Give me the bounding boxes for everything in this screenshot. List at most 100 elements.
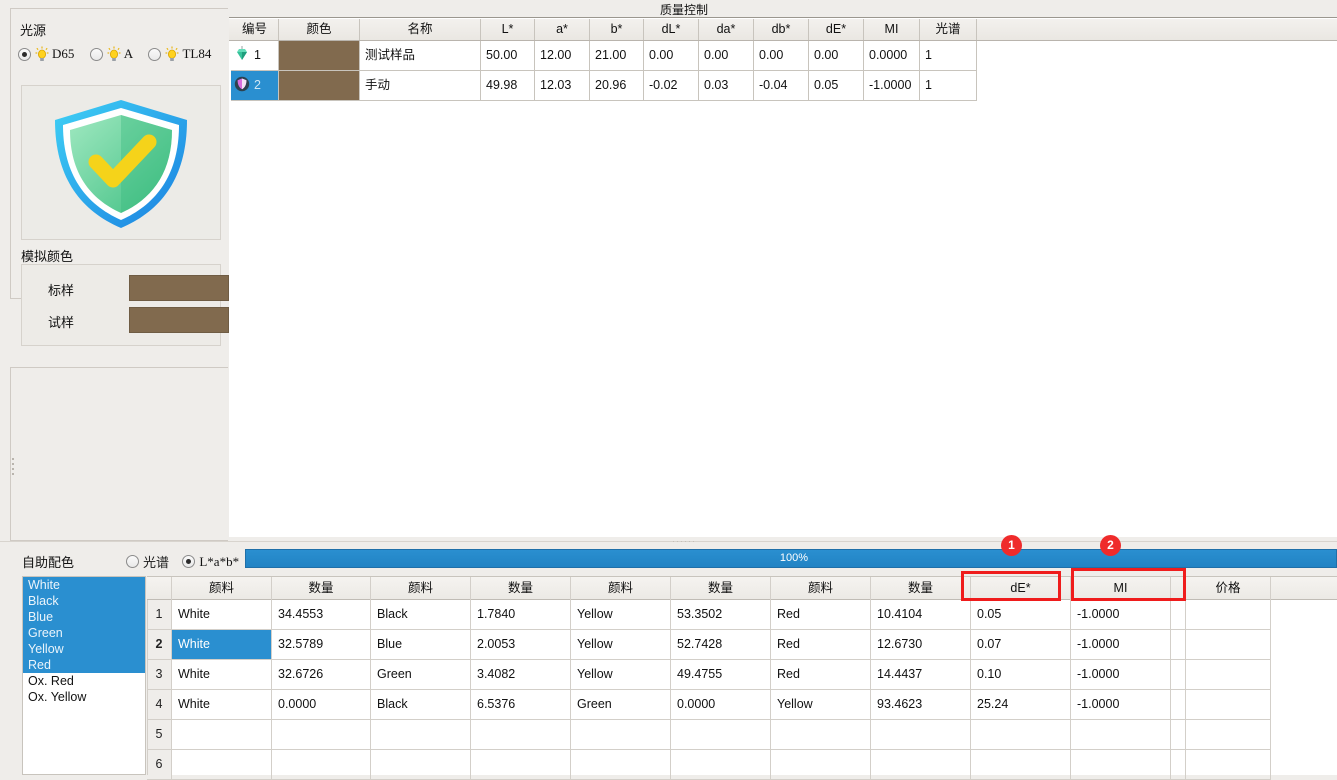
recipe-table-cell[interactable]: [471, 720, 571, 750]
recipe-table-cell[interactable]: [371, 750, 471, 780]
qc-column-header[interactable]: 光谱: [920, 19, 977, 40]
recipe-table-cell[interactable]: 0.10: [971, 660, 1071, 690]
qc-table-cell[interactable]: 0.00: [699, 41, 754, 71]
qc-column-header[interactable]: da*: [699, 19, 754, 40]
qc-table-cell[interactable]: 0.00: [644, 41, 699, 71]
qc-table-row[interactable]: 2手动49.9812.0320.96-0.020.03-0.040.05-1.0…: [229, 71, 1337, 101]
recipe-table-cell[interactable]: [272, 750, 371, 780]
match-mode-option-spectrum[interactable]: 光谱: [126, 552, 169, 571]
match-mode-option-lab[interactable]: L*a*b*: [182, 554, 239, 570]
recipe-table-cell[interactable]: [1171, 690, 1186, 720]
recipe-column-header[interactable]: 颜料: [771, 577, 871, 600]
radio-tl84[interactable]: [148, 48, 161, 61]
recipe-table-cell[interactable]: [1186, 720, 1271, 750]
recipe-table-cell[interactable]: [771, 750, 871, 780]
recipe-table-cell[interactable]: Red: [771, 660, 871, 690]
qc-table-cell[interactable]: 0.00: [754, 41, 809, 71]
recipe-table-cell[interactable]: [1186, 600, 1271, 630]
qc-table-cell[interactable]: 手动: [360, 71, 481, 101]
recipe-table-cell[interactable]: [871, 750, 971, 780]
recipe-table-cell[interactable]: [571, 720, 671, 750]
recipe-table-row[interactable]: 2White32.5789Blue2.0053Yellow52.7428Red1…: [147, 630, 1337, 660]
colorant-list-item[interactable]: Green: [23, 625, 145, 641]
qc-table-cell[interactable]: -0.04: [754, 71, 809, 101]
recipe-table-cell[interactable]: [771, 720, 871, 750]
colorant-list-item[interactable]: Yellow: [23, 641, 145, 657]
match-mode-radio-group[interactable]: 光谱 L*a*b*: [126, 552, 249, 570]
light-source-option-tl84[interactable]: TL84: [148, 46, 211, 62]
recipe-table-cell[interactable]: 93.4623: [871, 690, 971, 720]
qc-table-cell[interactable]: 50.00: [481, 41, 535, 71]
recipe-table-cell[interactable]: Yellow: [571, 600, 671, 630]
quality-control-table-body[interactable]: 1测试样品50.0012.0021.000.000.000.000.000.00…: [229, 41, 1337, 537]
recipe-table-cell[interactable]: 25.24: [971, 690, 1071, 720]
recipe-column-header[interactable]: 颜料: [172, 577, 272, 600]
recipe-table-cell[interactable]: -1.0000: [1071, 600, 1171, 630]
colorant-list-item[interactable]: Black: [23, 593, 145, 609]
recipe-table-row[interactable]: 6: [147, 750, 1337, 780]
recipe-table-cell[interactable]: 0.05: [971, 600, 1071, 630]
qc-column-header[interactable]: L*: [481, 19, 535, 40]
recipe-table-cell[interactable]: Black: [371, 600, 471, 630]
recipe-table-cell[interactable]: 52.7428: [671, 630, 771, 660]
recipe-table-cell[interactable]: Blue: [371, 630, 471, 660]
recipe-table-cell[interactable]: White: [172, 690, 272, 720]
qc-column-header[interactable]: 名称: [360, 19, 481, 40]
radio-d65[interactable]: [18, 48, 31, 61]
recipe-table-cell[interactable]: Green: [571, 690, 671, 720]
recipe-table-cell[interactable]: -1.0000: [1071, 630, 1171, 660]
qc-column-header[interactable]: 颜色: [279, 19, 360, 40]
recipe-table-cell[interactable]: [1186, 660, 1271, 690]
recipe-table-row[interactable]: 4White0.0000Black6.5376Green0.0000Yellow…: [147, 690, 1337, 720]
colorant-list-item[interactable]: Blue: [23, 609, 145, 625]
recipe-table-cell[interactable]: Yellow: [771, 690, 871, 720]
recipe-table-cell[interactable]: [1171, 600, 1186, 630]
recipe-table-cell[interactable]: 49.4755: [671, 660, 771, 690]
recipe-table-cell[interactable]: 0.07: [971, 630, 1071, 660]
quality-control-table-header[interactable]: 编号颜色名称L*a*b*dL*da*db*dE*MI光谱: [229, 19, 1337, 41]
qc-table-cell[interactable]: 0.0000: [864, 41, 920, 71]
recipe-table-cell[interactable]: 0.0000: [671, 690, 771, 720]
recipe-column-header[interactable]: 数量: [471, 577, 571, 600]
qc-table-cell[interactable]: 0.05: [809, 71, 864, 101]
qc-column-header[interactable]: b*: [590, 19, 644, 40]
qc-column-header[interactable]: dE*: [809, 19, 864, 40]
recipe-column-header[interactable]: 数量: [671, 577, 771, 600]
qc-table-cell[interactable]: 1: [920, 41, 977, 71]
recipe-table-cell[interactable]: 32.5789: [272, 630, 371, 660]
qc-column-header[interactable]: a*: [535, 19, 590, 40]
qc-table-cell[interactable]: 12.00: [535, 41, 590, 71]
colorant-list[interactable]: WhiteBlackBlueGreenYellowRedOx. RedOx. Y…: [22, 576, 146, 775]
qc-column-header[interactable]: db*: [754, 19, 809, 40]
recipe-table-cell[interactable]: [671, 720, 771, 750]
recipe-table-cell[interactable]: [1171, 630, 1186, 660]
qc-table-cell[interactable]: 0.03: [699, 71, 754, 101]
light-source-radio-group[interactable]: D65 A TL84: [18, 46, 228, 66]
recipe-table-row[interactable]: 1White34.4553Black1.7840Yellow53.3502Red…: [147, 600, 1337, 630]
qc-column-header[interactable]: dL*: [644, 19, 699, 40]
recipe-table-cell[interactable]: [1071, 750, 1171, 780]
recipe-table-cell[interactable]: Yellow: [571, 660, 671, 690]
recipe-column-header[interactable]: 数量: [871, 577, 971, 600]
qc-table-cell[interactable]: 1: [920, 71, 977, 101]
recipe-table-cell[interactable]: [1171, 750, 1186, 780]
recipe-table-cell[interactable]: [1186, 690, 1271, 720]
recipe-table-cell[interactable]: White: [172, 630, 272, 660]
colorant-list-item[interactable]: Ox. Red: [23, 673, 145, 689]
recipe-table-cell[interactable]: 0.0000: [272, 690, 371, 720]
qc-table-cell[interactable]: 21.00: [590, 41, 644, 71]
recipe-table-cell[interactable]: 12.6730: [871, 630, 971, 660]
recipe-table-cell[interactable]: 3.4082: [471, 660, 571, 690]
recipe-table-cell[interactable]: White: [172, 600, 272, 630]
qc-table-cell[interactable]: 49.98: [481, 71, 535, 101]
qc-column-header[interactable]: 编号: [231, 19, 279, 40]
recipe-table-cell[interactable]: [871, 720, 971, 750]
recipe-table-cell[interactable]: Black: [371, 690, 471, 720]
recipe-table-cell[interactable]: [1071, 720, 1171, 750]
qc-table-cell[interactable]: 测试样品: [360, 41, 481, 71]
recipe-table-cell[interactable]: 14.4437: [871, 660, 971, 690]
recipe-table-cell[interactable]: [371, 720, 471, 750]
recipe-table-cell[interactable]: [1171, 660, 1186, 690]
recipe-column-header[interactable]: 价格: [1186, 577, 1271, 600]
recipe-table-cell[interactable]: [172, 720, 272, 750]
